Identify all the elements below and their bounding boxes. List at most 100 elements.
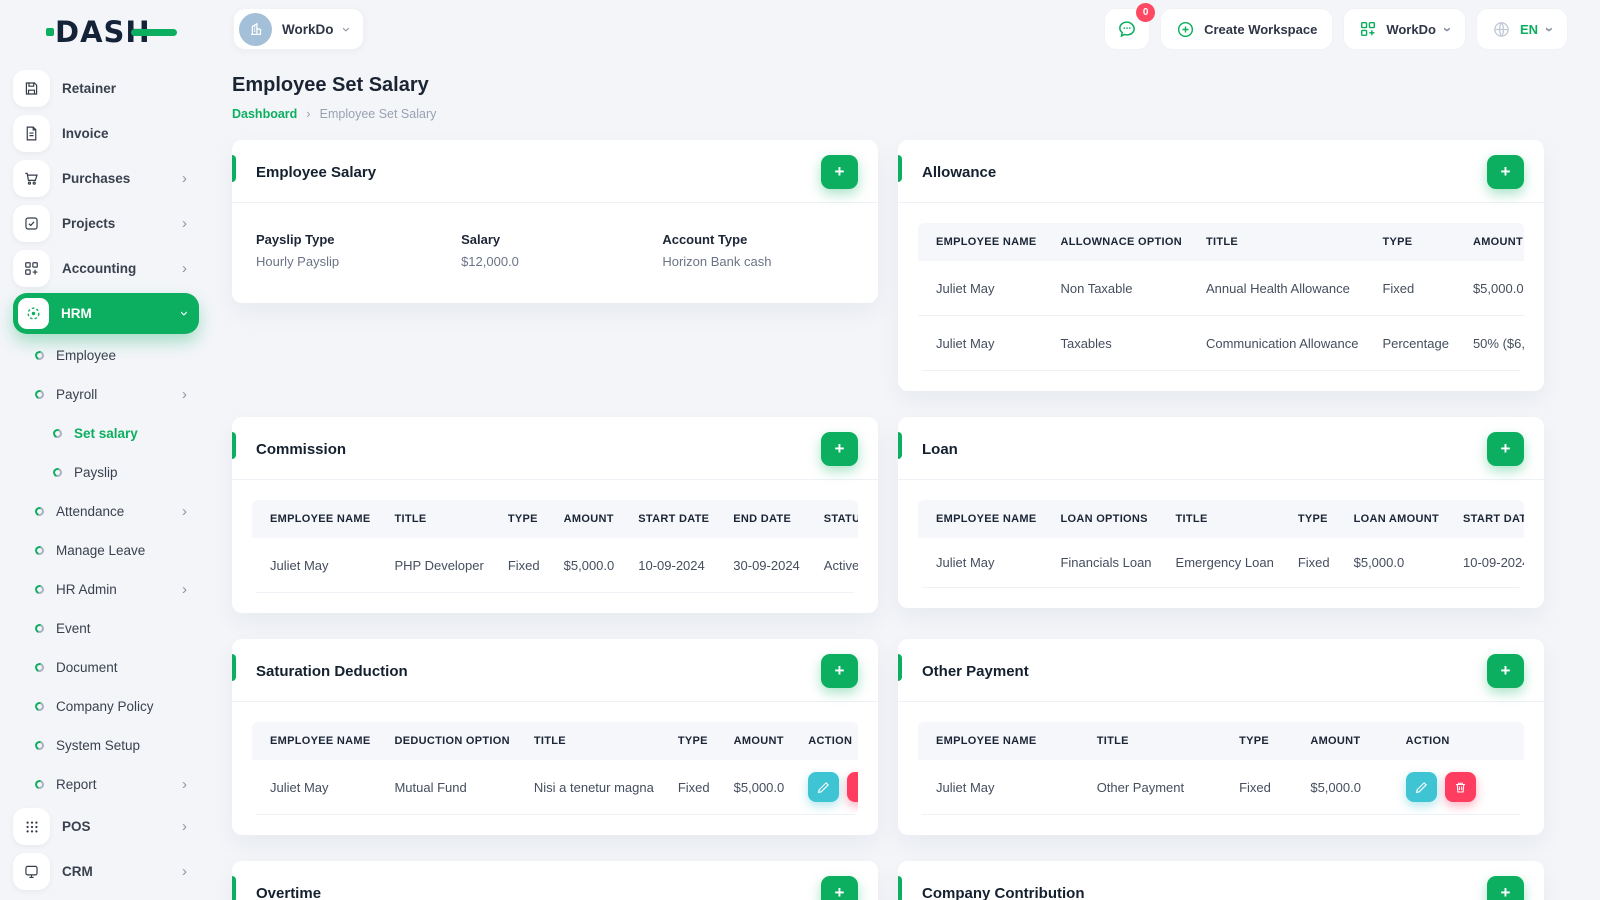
chevron-down-icon: › bbox=[1438, 26, 1456, 32]
breadcrumb-dashboard-link[interactable]: Dashboard bbox=[232, 107, 297, 121]
sidebar-item-hrm[interactable]: HRM › bbox=[13, 293, 199, 334]
create-workspace-button[interactable]: Create Workspace bbox=[1160, 8, 1334, 50]
bullet-icon bbox=[51, 466, 64, 479]
cards-grid: Employee Salary + Payslip Type Hourly Pa… bbox=[232, 140, 1544, 900]
crm-icon bbox=[13, 853, 50, 890]
chevron-down-icon: › bbox=[1541, 26, 1558, 32]
sidebar-item-purchases[interactable]: Purchases › bbox=[13, 156, 199, 201]
column-header: Allownace Option bbox=[1048, 223, 1194, 261]
table-cell: Juliet May bbox=[918, 315, 1049, 371]
card-title: Company Contribution bbox=[922, 884, 1085, 900]
sidebar-item-pos[interactable]: POS › bbox=[13, 804, 199, 849]
field-label: Payslip Type bbox=[256, 232, 335, 247]
table-cell: Juliet May bbox=[252, 538, 383, 593]
workspace-name: WorkDo bbox=[282, 21, 334, 37]
sidebar-item-invoice[interactable]: Invoice bbox=[13, 111, 199, 156]
card-accent bbox=[898, 432, 902, 459]
loan-table: Employee Name Loan Options Title Type Loan A… bbox=[918, 500, 1524, 588]
grid-plus-icon bbox=[13, 250, 50, 287]
card-overtime: Overtime + bbox=[232, 861, 878, 900]
bullet-icon bbox=[33, 778, 46, 791]
create-workspace-label: Create Workspace bbox=[1204, 21, 1318, 37]
workspace-selector[interactable]: WorkDo › bbox=[233, 8, 364, 50]
add-commission-button[interactable]: + bbox=[821, 432, 858, 466]
table-cell: Juliet May bbox=[918, 538, 1049, 588]
notification-badge: 0 bbox=[1136, 3, 1156, 22]
sidebar-item-event[interactable]: Event bbox=[13, 609, 199, 648]
sidebar-item-label: Company Policy bbox=[56, 699, 154, 714]
table-cell: $5,000.0 bbox=[1341, 538, 1451, 588]
card-employee-salary: Employee Salary + Payslip Type Hourly Pa… bbox=[232, 140, 878, 303]
card-title: Allowance bbox=[922, 163, 997, 181]
sidebar-item-document[interactable]: Document bbox=[13, 648, 199, 687]
sidebar-item-label: Invoice bbox=[62, 126, 109, 141]
table-cell: PHP Developer bbox=[382, 538, 496, 593]
card-accent bbox=[232, 876, 236, 900]
sidebar-item-accounting[interactable]: Accounting › bbox=[13, 246, 199, 291]
delete-button[interactable] bbox=[1444, 772, 1476, 802]
pencil-icon bbox=[818, 781, 830, 793]
sidebar-item-crm[interactable]: CRM › bbox=[13, 849, 199, 894]
chevron-right-icon: › bbox=[182, 260, 187, 277]
add-overtime-button[interactable]: + bbox=[821, 876, 858, 900]
add-employee-salary-button[interactable]: + bbox=[821, 155, 858, 189]
messages-button[interactable]: 0 bbox=[1104, 3, 1156, 50]
sidebar-item-retainer[interactable]: Retainer bbox=[13, 66, 199, 111]
sidebar-item-attendance[interactable]: Attendance › bbox=[13, 492, 199, 531]
chevron-right-icon: › bbox=[182, 503, 187, 520]
column-header: Amount bbox=[551, 500, 627, 538]
edit-button[interactable] bbox=[808, 772, 840, 802]
sidebar-item-employee[interactable]: Employee bbox=[13, 336, 199, 375]
add-other-payment-button[interactable]: + bbox=[1487, 654, 1524, 688]
column-header: Action bbox=[796, 722, 858, 760]
language-button[interactable]: EN › bbox=[1475, 8, 1568, 50]
sidebar-item-set-salary[interactable]: Set salary bbox=[13, 414, 199, 453]
sidebar-item-label: Projects bbox=[62, 216, 116, 231]
brand-logo[interactable]: DASH bbox=[46, 15, 177, 49]
building-icon bbox=[250, 22, 261, 36]
workdo-menu-button[interactable]: WorkDo › bbox=[1343, 8, 1466, 50]
card-accent bbox=[232, 654, 236, 681]
card-title: Commission bbox=[256, 440, 347, 458]
sidebar-item-label: Set salary bbox=[74, 426, 138, 441]
column-header: Amount bbox=[1298, 722, 1394, 760]
card-commission: Commission + Employee Name Title Type Amoun… bbox=[232, 417, 878, 613]
add-allowance-button[interactable]: + bbox=[1487, 155, 1524, 189]
add-saturation-deduction-button[interactable]: + bbox=[821, 654, 858, 688]
field-salary: Salary $12,000.0 bbox=[461, 232, 662, 269]
field-label: Account Type bbox=[662, 232, 748, 247]
column-header: Amount bbox=[721, 722, 797, 760]
sidebar-item-label: Purchases bbox=[62, 171, 131, 186]
edit-button[interactable] bbox=[1405, 772, 1437, 802]
sidebar-item-hr-admin[interactable]: HR Admin › bbox=[13, 570, 199, 609]
table-cell: Annual Health Allowance bbox=[1193, 261, 1371, 316]
table-cell: Fixed bbox=[495, 538, 552, 593]
card-title: Loan bbox=[922, 440, 958, 458]
sidebar-item-payroll[interactable]: Payroll › bbox=[13, 375, 199, 414]
table-cell: $5,000.0 bbox=[1460, 261, 1524, 316]
add-company-contribution-button[interactable]: + bbox=[1487, 876, 1524, 900]
sidebar-item-projects[interactable]: Projects › bbox=[13, 201, 199, 246]
hrm-target-icon bbox=[18, 298, 49, 329]
column-header: Title bbox=[521, 722, 666, 760]
plus-icon: + bbox=[834, 661, 845, 680]
sidebar-item-report[interactable]: Report › bbox=[13, 765, 199, 804]
plus-icon: + bbox=[834, 883, 845, 900]
column-header: Start Date bbox=[626, 500, 722, 538]
table-row: Juliet May Mutual Fund Nisi a tenetur magn… bbox=[252, 760, 858, 815]
sidebar-item-payslip[interactable]: Payslip bbox=[13, 453, 199, 492]
card-accent bbox=[232, 432, 236, 459]
sidebar-item-label: HR Admin bbox=[56, 582, 117, 597]
chevron-right-icon: › bbox=[182, 581, 187, 598]
sidebar-item-system-setup[interactable]: System Setup bbox=[13, 726, 199, 765]
table-row: Juliet May Other Payment Fixed $5,000.0 bbox=[918, 760, 1524, 815]
chevron-down-icon: › bbox=[337, 26, 355, 32]
delete-button[interactable] bbox=[847, 772, 858, 802]
add-loan-button[interactable]: + bbox=[1487, 432, 1524, 466]
sidebar-item-label: Manage Leave bbox=[56, 543, 146, 558]
sidebar-item-manage-leave[interactable]: Manage Leave bbox=[13, 531, 199, 570]
column-header: Loan Options bbox=[1048, 500, 1164, 538]
column-header: Employee Name bbox=[252, 722, 383, 760]
sidebar-item-company-policy[interactable]: Company Policy bbox=[13, 687, 199, 726]
trash-icon bbox=[1455, 782, 1465, 792]
